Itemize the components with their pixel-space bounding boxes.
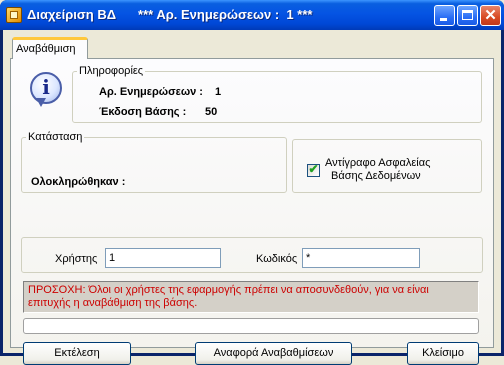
- warning-line1: ΠΡΟΣΟΧΗ: Όλοι οι χρήστες της εφαρμογής π…: [28, 284, 429, 296]
- close-button[interactable]: Κλείσιμο: [407, 342, 479, 365]
- maximize-button[interactable]: [457, 5, 478, 26]
- info-icon: i: [30, 72, 62, 107]
- updates-count-value: 1: [215, 86, 222, 98]
- backup-checkbox[interactable]: ✔: [307, 162, 320, 177]
- update-report-button[interactable]: Αναφορά Αναβαθμίσεων: [195, 342, 352, 365]
- user-input[interactable]: [105, 248, 221, 268]
- execute-button[interactable]: Εκτέλεση: [23, 342, 131, 365]
- tab-upgrade[interactable]: Αναβάθμιση: [12, 37, 88, 59]
- window-title-subtitle: *** Αρ. Ενημερώσεων : 1 ***: [138, 7, 313, 22]
- window-title: Διαχείριση ΒΔ *** Αρ. Ενημερώσεων : 1 ***: [27, 7, 334, 22]
- warning-message: ΠΡΟΣΟΧΗ: Όλοι οι χρήστες της εφαρμογής π…: [23, 281, 479, 313]
- status-group-legend: Κατάσταση: [28, 131, 83, 143]
- maximize-icon: [462, 10, 473, 20]
- app-window: Διαχείριση ΒΔ *** Αρ. Ενημερώσεων : 1 ***…: [0, 0, 504, 365]
- backup-label-line1[interactable]: Αντίγραφο Ασφαλείας: [325, 157, 430, 169]
- minimize-icon: [440, 18, 447, 21]
- backup-label-line2[interactable]: Βάσης Δεδομένων: [331, 170, 421, 182]
- tab-page-upgrade: i Πληροφορίες Αρ. Ενημερώσεων : 1 Έκδοση…: [10, 58, 494, 365]
- info-group-legend: Πληροφορίες: [79, 65, 144, 77]
- checkmark-icon: ✔: [308, 162, 319, 176]
- db-version-label: Έκδοση Βάσης :: [99, 106, 187, 118]
- db-version-value: 50: [205, 106, 218, 118]
- window-title-main: Διαχείριση ΒΔ: [27, 7, 117, 22]
- dialog-client-area: Αναβάθμιση i Πληροφορίες Αρ. Ενημερώσεων…: [3, 30, 501, 365]
- warning-line2: επιτυχής η αναβάθμιση της βάσης.: [28, 297, 198, 309]
- close-window-button[interactable]: ✕: [480, 5, 501, 26]
- completed-label: Ολοκληρώθηκαν :: [31, 176, 126, 188]
- title-bar[interactable]: Διαχείριση ΒΔ *** Αρ. Ενημερώσεων : 1 ***…: [0, 0, 504, 30]
- info-icon-glyph: i: [42, 75, 50, 99]
- close-icon: ✕: [484, 7, 497, 24]
- updates-count-label: Αρ. Ενημερώσεων :: [99, 86, 203, 98]
- minimize-button[interactable]: [434, 5, 455, 26]
- tab-upgrade-label: Αναβάθμιση: [16, 43, 76, 55]
- password-input[interactable]: [302, 248, 420, 268]
- app-icon: [6, 7, 22, 23]
- progress-bar: [23, 318, 479, 334]
- user-label: Χρήστης: [55, 253, 98, 265]
- info-icon-tail: [36, 98, 46, 107]
- password-label: Κωδικός: [256, 253, 298, 265]
